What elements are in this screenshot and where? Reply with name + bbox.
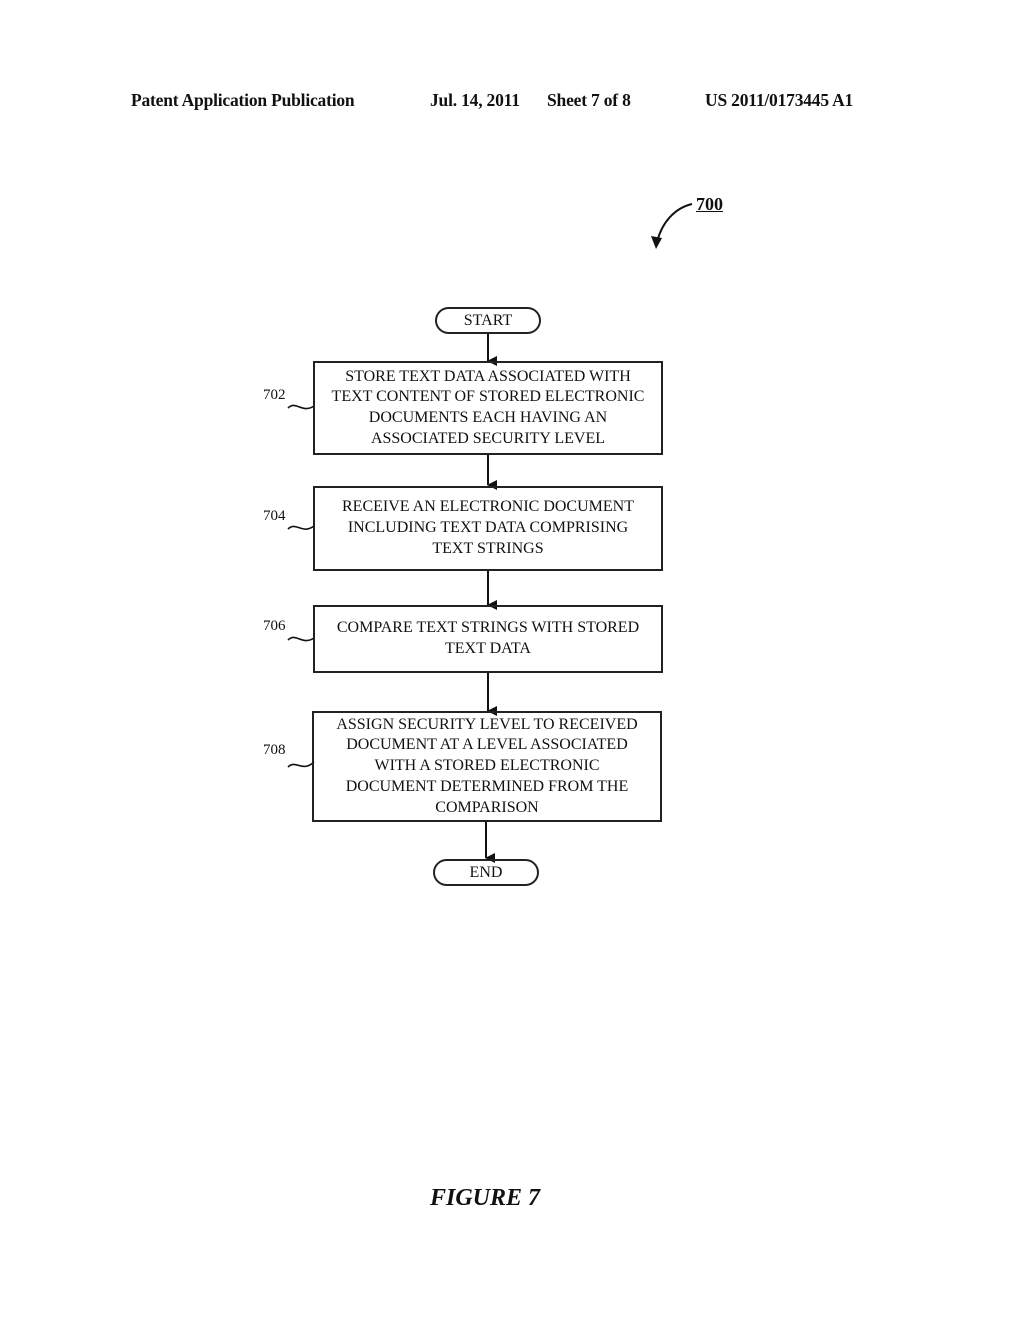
step-702-box: STORE TEXT DATA ASSOCIATED WITH TEXT CON… (313, 361, 663, 455)
start-terminal: START (435, 307, 541, 334)
figure-pointer-arrow (656, 203, 693, 243)
step-702-ref: 702 (263, 387, 286, 403)
step-708-box: ASSIGN SECURITY LEVEL TO RECEIVED DOCUME… (312, 711, 662, 822)
step-706-box: COMPARE TEXT STRINGS WITH STORED TEXT DA… (313, 605, 663, 673)
step-704-box: RECEIVE AN ELECTRONIC DOCUMENT INCLUDING… (313, 486, 663, 571)
figure-pointer-arrowhead (651, 236, 662, 249)
leader-704 (287, 525, 315, 530)
step-702-text: STORE TEXT DATA ASSOCIATED WITH TEXT CON… (331, 367, 645, 447)
end-label: END (469, 863, 503, 881)
leader-706 (287, 636, 315, 642)
start-label: START (463, 311, 513, 329)
leader-708 (287, 761, 315, 768)
figure-caption: FIGURE 7 (430, 1185, 541, 1211)
figure-reference-number: 700 (696, 194, 723, 214)
leader-702 (287, 404, 315, 410)
step-706-ref: 706 (263, 618, 286, 634)
end-terminal: END (433, 859, 539, 886)
step-706-text: COMPARE TEXT STRINGS WITH STORED TEXT DA… (336, 619, 640, 657)
step-704-text: RECEIVE AN ELECTRONIC DOCUMENT INCLUDING… (342, 498, 634, 557)
step-708-text: ASSIGN SECURITY LEVEL TO RECEIVED DOCUME… (336, 715, 638, 816)
step-704-ref: 704 (263, 508, 286, 524)
step-708-ref: 708 (263, 742, 286, 758)
